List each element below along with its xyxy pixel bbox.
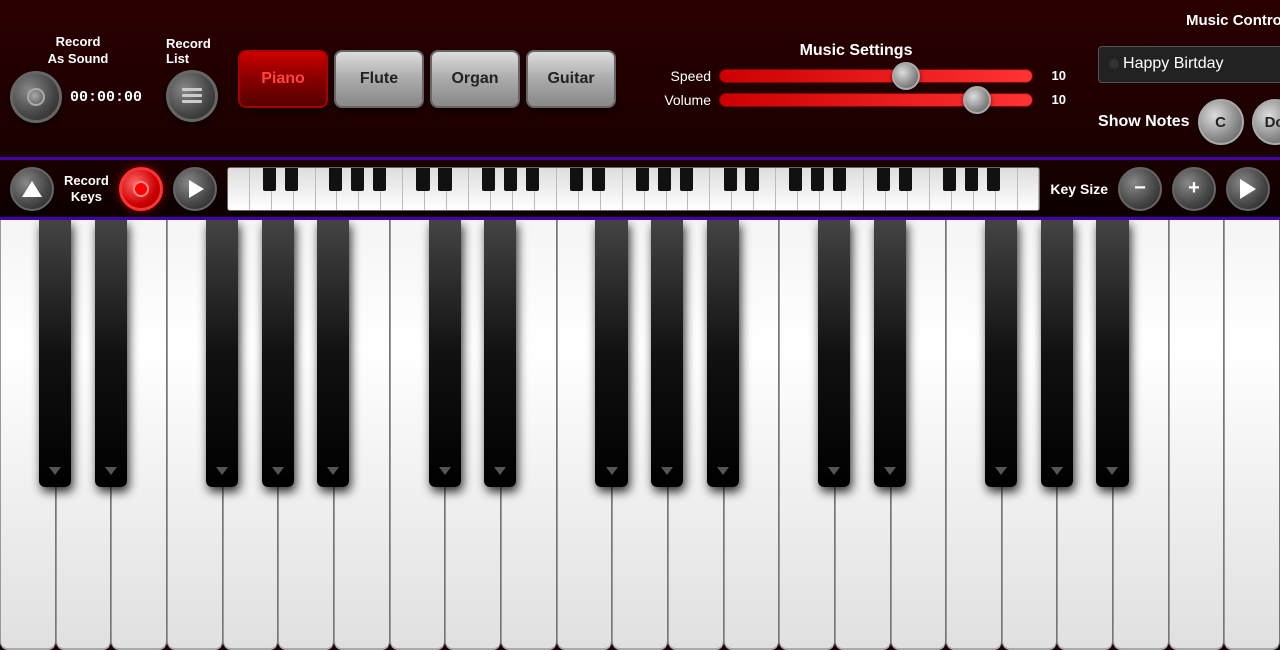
piano-keys	[0, 220, 1280, 650]
volume-value: 10	[1041, 92, 1066, 107]
record-as-sound-knob[interactable]	[10, 71, 62, 123]
music-settings-title: Music Settings	[800, 42, 913, 60]
volume-label: Volume	[646, 92, 711, 108]
key-size-increase-button[interactable]: +	[1172, 167, 1216, 211]
organ-label: Organ	[451, 70, 498, 88]
list-icon	[182, 88, 202, 103]
plus-icon: +	[1188, 177, 1200, 200]
note-do-label: Do	[1265, 114, 1280, 131]
black-key[interactable]	[206, 220, 238, 487]
play-keys-icon	[189, 180, 204, 198]
piano-label: Piano	[261, 70, 305, 88]
black-key[interactable]	[429, 220, 461, 487]
record-list-label: Record List	[166, 36, 218, 66]
guitar-label: Guitar	[547, 70, 594, 88]
record-dot-icon	[133, 181, 149, 197]
music-control-title: Music Control	[1098, 12, 1280, 29]
record-keys-button[interactable]	[119, 167, 163, 211]
black-key[interactable]	[262, 220, 294, 487]
black-key[interactable]	[484, 220, 516, 487]
show-notes-label: Show Notes	[1098, 113, 1190, 131]
black-key[interactable]	[874, 220, 906, 487]
volume-slider-thumb[interactable]	[963, 86, 991, 114]
guitar-button[interactable]: Guitar	[526, 50, 616, 108]
black-key[interactable]	[1096, 220, 1128, 487]
record-keys-line2: Keys	[71, 189, 102, 204]
black-key[interactable]	[651, 220, 683, 487]
note-c-button[interactable]: C	[1198, 99, 1244, 145]
record-list-section: Record List	[156, 28, 228, 130]
song-dot	[1109, 59, 1119, 69]
scroll-up-button[interactable]	[10, 167, 54, 211]
volume-slider-track[interactable]	[719, 93, 1033, 107]
up-arrow-icon	[22, 181, 42, 197]
music-control-section: Music Control Happy Birtday ▼ Show Notes…	[1086, 4, 1280, 153]
record-as-sound-line2: As Sound	[48, 51, 109, 66]
black-key[interactable]	[39, 220, 71, 487]
record-as-sound-line1: Record	[56, 34, 101, 49]
flute-button[interactable]: Flute	[334, 50, 424, 108]
black-key[interactable]	[707, 220, 739, 487]
play-keys-button[interactable]	[173, 167, 217, 211]
scroll-right-button[interactable]	[1226, 167, 1270, 211]
black-key[interactable]	[95, 220, 127, 487]
piano-button[interactable]: Piano	[238, 50, 328, 108]
black-key[interactable]	[317, 220, 349, 487]
up-arrow-icon-right	[1240, 179, 1256, 199]
speed-slider-track[interactable]	[719, 69, 1033, 83]
keyboard-control-bar: Record Keys Key Size − +	[0, 160, 1280, 220]
knob-inner	[27, 88, 45, 106]
record-as-sound-label: Record As Sound	[48, 34, 109, 68]
white-key[interactable]	[1169, 220, 1225, 650]
organ-button[interactable]: Organ	[430, 50, 520, 108]
speed-value: 10	[1041, 68, 1066, 83]
music-control-row: Happy Birtday ▼	[1098, 37, 1280, 91]
instrument-buttons: Piano Flute Organ Guitar	[228, 50, 626, 108]
mini-keys	[228, 168, 1040, 210]
record-keys-label: Record Keys	[64, 173, 109, 204]
volume-slider-row: Volume 10	[646, 92, 1066, 108]
song-name: Happy Birtday	[1123, 55, 1224, 73]
piano-area	[0, 220, 1280, 650]
white-key[interactable]	[1224, 220, 1280, 650]
black-key[interactable]	[1041, 220, 1073, 487]
record-list-knob[interactable]	[166, 70, 218, 122]
key-size-decrease-button[interactable]: −	[1118, 167, 1162, 211]
timer-display: 00:00:00	[70, 88, 142, 108]
song-selector[interactable]: Happy Birtday ▼	[1098, 46, 1280, 83]
top-bar: Record As Sound 00:00:00 Record List Pia…	[0, 0, 1280, 160]
show-notes-row: Show Notes C Do	[1098, 99, 1280, 145]
black-key[interactable]	[595, 220, 627, 487]
note-do-button[interactable]: Do	[1252, 99, 1280, 145]
record-as-sound-section: Record As Sound 00:00:00	[0, 26, 156, 132]
speed-slider-row: Speed 10	[646, 68, 1066, 84]
speed-label: Speed	[646, 68, 711, 84]
music-settings-section: Music Settings Speed 10 Volume 10	[626, 42, 1086, 116]
flute-label: Flute	[360, 70, 398, 88]
black-key[interactable]	[818, 220, 850, 487]
mini-piano-roll[interactable]	[227, 167, 1041, 211]
speed-slider-thumb[interactable]	[892, 62, 920, 90]
key-size-label: Key Size	[1050, 181, 1108, 197]
note-c-label: C	[1215, 114, 1226, 131]
minus-icon: −	[1134, 177, 1146, 200]
record-keys-line1: Record	[64, 173, 109, 188]
black-key[interactable]	[985, 220, 1017, 487]
